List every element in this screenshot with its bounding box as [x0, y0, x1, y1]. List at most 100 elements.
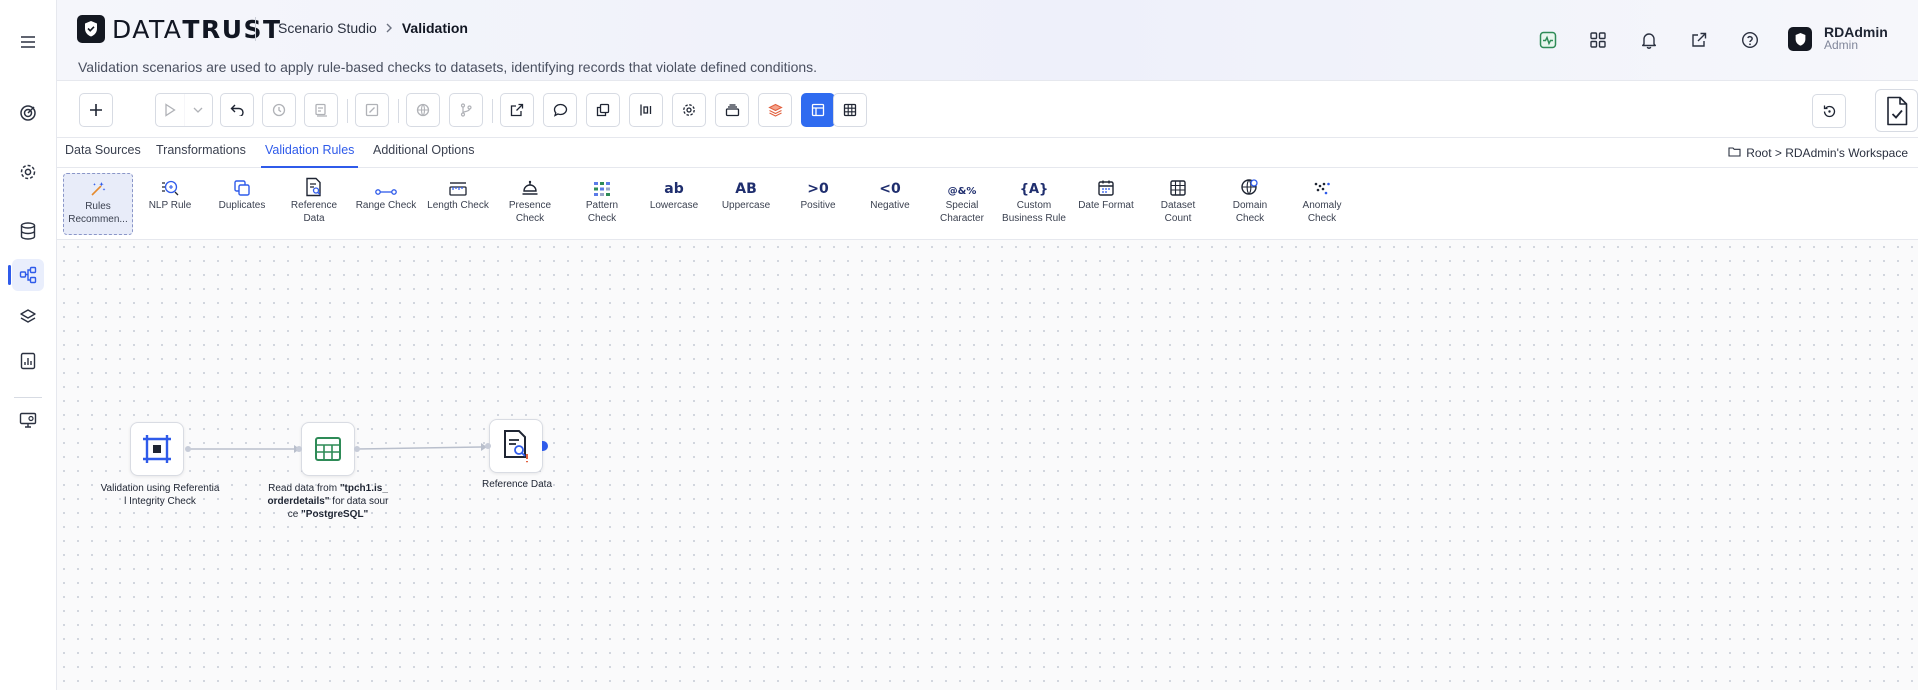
- brand-logo[interactable]: DATATRUST: [77, 15, 282, 44]
- node-label-text: ce: [287, 509, 302, 520]
- rule-palette: Rules Recommen... NLP Rule Duplicates Re…: [57, 168, 1918, 240]
- palette-label: Check: [587, 213, 617, 224]
- palette-label: Recommen...: [68, 214, 128, 225]
- palette-rules-recommendation[interactable]: Rules Recommen...: [63, 173, 133, 235]
- settings-icon[interactable]: [12, 156, 44, 188]
- reference-data-node[interactable]: [489, 419, 543, 473]
- target-icon[interactable]: [12, 97, 44, 129]
- read-data-node-label: Read data from "tpch1.is_ orderdetails" …: [265, 482, 391, 521]
- workflow-icon[interactable]: [8, 259, 44, 291]
- external-link-icon[interactable]: [1686, 27, 1712, 53]
- palette-custom-business-rule[interactable]: {A} Custom Business Rule: [999, 173, 1069, 235]
- comment-button[interactable]: [543, 93, 577, 127]
- validation-node[interactable]: [130, 422, 184, 476]
- node-port[interactable]: [354, 446, 360, 452]
- add-button[interactable]: [79, 93, 113, 127]
- breadcrumb: Scenario Studio Validation: [278, 20, 468, 36]
- settings-button[interactable]: [672, 93, 706, 127]
- table-grid-icon: [1169, 173, 1187, 197]
- palette-label: Check: [515, 213, 545, 224]
- user-menu[interactable]: RDAdmin Admin: [1788, 25, 1888, 52]
- palette-label: Presence: [508, 200, 552, 211]
- copy-button[interactable]: [586, 93, 620, 127]
- palette-label: Negative: [870, 200, 910, 211]
- custom-rule-glyph: {A}: [1019, 182, 1049, 197]
- palette-uppercase[interactable]: AB Uppercase: [711, 173, 781, 235]
- validation-frame-icon: [143, 435, 171, 463]
- tab-additional-options[interactable]: Additional Options: [369, 143, 478, 166]
- undo-button[interactable]: [220, 93, 254, 127]
- negative-glyph: <0: [879, 181, 901, 197]
- palette-duplicates[interactable]: Duplicates: [207, 173, 277, 235]
- positive-icon: >0: [807, 173, 828, 197]
- layers-orange-button[interactable]: [758, 93, 792, 127]
- tab-validation-rules[interactable]: Validation Rules: [261, 143, 359, 168]
- palette-length-check[interactable]: Length Check: [423, 173, 493, 235]
- palette-dataset-count[interactable]: Dataset Count: [1143, 173, 1213, 235]
- custom-rule-icon: {A}: [1020, 173, 1049, 197]
- palette-reference-data[interactable]: Reference Data: [279, 173, 349, 235]
- node-label-text: for data sour: [329, 496, 389, 507]
- play-icon[interactable]: [156, 94, 185, 126]
- table-view-button[interactable]: [833, 93, 867, 127]
- reference-data-icon: [504, 430, 528, 463]
- tab-transformations[interactable]: Transformations: [152, 143, 250, 166]
- reference-data-icon: [305, 173, 323, 197]
- activity-icon[interactable]: [1535, 27, 1561, 53]
- read-data-node[interactable]: [301, 422, 355, 476]
- breadcrumb-parent[interactable]: Scenario Studio: [278, 20, 377, 36]
- run-split-button[interactable]: [155, 93, 213, 127]
- edit-button[interactable]: [355, 93, 389, 127]
- history-button[interactable]: [262, 93, 296, 127]
- validate-document-button[interactable]: [1875, 89, 1918, 132]
- range-icon: [375, 173, 397, 197]
- palette-range-check[interactable]: Range Check: [351, 173, 421, 235]
- audit-button[interactable]: [304, 93, 338, 127]
- globe-button[interactable]: [406, 93, 440, 127]
- restore-button[interactable]: [1812, 94, 1846, 128]
- positive-glyph: >0: [807, 181, 829, 197]
- palette-label: Business Rule: [1002, 213, 1066, 224]
- stack-button[interactable]: [715, 93, 749, 127]
- workflow-canvas[interactable]: Validation using Referentia l Integrity …: [57, 240, 1918, 690]
- palette-positive[interactable]: >0 Positive: [783, 173, 853, 235]
- menu-icon[interactable]: [12, 26, 44, 58]
- header-divider: [255, 17, 256, 41]
- branch-button[interactable]: [449, 93, 483, 127]
- pattern-icon: [593, 173, 611, 197]
- layers-icon[interactable]: [12, 301, 44, 333]
- validation-node-label: Validation using Referentia l Integrity …: [97, 482, 223, 508]
- palette-special-character[interactable]: @&% Special Character: [927, 173, 997, 235]
- monitor-icon[interactable]: [12, 404, 44, 436]
- report-icon[interactable]: [12, 345, 44, 377]
- node-port[interactable]: [485, 443, 491, 449]
- palette-date-format[interactable]: Date Format: [1071, 173, 1141, 235]
- toolbar-divider: [347, 99, 348, 123]
- tab-data-sources[interactable]: Data Sources: [61, 143, 145, 166]
- apps-grid-icon[interactable]: [1585, 27, 1611, 53]
- palette-lowercase[interactable]: ab Lowercase: [639, 173, 709, 235]
- palette-nlp-rule[interactable]: NLP Rule: [135, 173, 205, 235]
- node-port[interactable]: [185, 446, 191, 452]
- align-button[interactable]: [629, 93, 663, 127]
- diagram-view-button[interactable]: [801, 93, 835, 127]
- workspace-path[interactable]: Root > RDAdmin's Workspace: [1728, 146, 1908, 160]
- palette-presence-check[interactable]: Presence Check: [495, 173, 565, 235]
- bell-icon[interactable]: [1636, 27, 1662, 53]
- palette-pattern-check[interactable]: Pattern Check: [567, 173, 637, 235]
- database-icon[interactable]: [12, 215, 44, 247]
- open-external-button[interactable]: [500, 93, 534, 127]
- globe-search-icon: [1240, 173, 1260, 197]
- palette-anomaly-check[interactable]: Anomaly Check: [1287, 173, 1357, 235]
- node-label-text: Read data from: [268, 483, 340, 494]
- palette-negative[interactable]: <0 Negative: [855, 173, 925, 235]
- help-icon[interactable]: [1737, 27, 1763, 53]
- node-port[interactable]: [296, 446, 302, 452]
- palette-label: Data: [303, 213, 325, 224]
- folder-icon: [1728, 146, 1741, 160]
- chevron-down-icon[interactable]: [185, 94, 213, 126]
- workspace-path-text: Root > RDAdmin's Workspace: [1746, 146, 1908, 160]
- table-icon: [315, 437, 341, 461]
- shield-logo-icon: [77, 15, 105, 43]
- palette-domain-check[interactable]: Domain Check: [1215, 173, 1285, 235]
